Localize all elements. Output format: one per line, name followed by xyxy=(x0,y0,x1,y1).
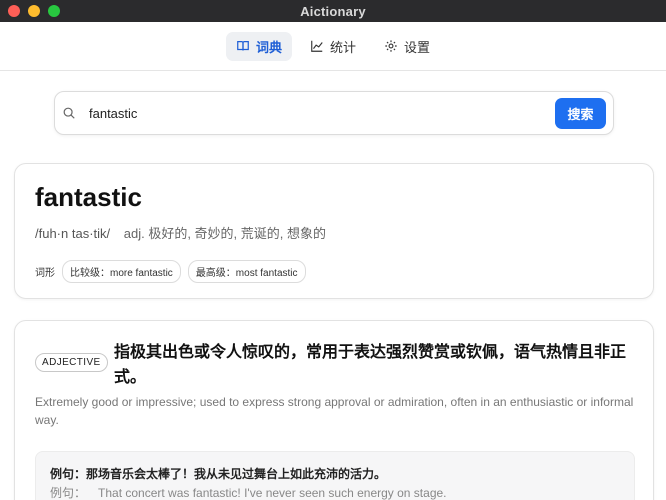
example-label: 例句： xyxy=(50,486,87,500)
search-button[interactable]: 搜索 xyxy=(555,98,606,129)
tab-settings[interactable]: 设置 xyxy=(374,32,440,61)
tab-statistics-label: 统计 xyxy=(329,39,356,55)
search-bar: 搜索 xyxy=(54,91,614,135)
phonetic: /fuh·n tas·tik/ xyxy=(35,226,111,241)
sense-definition-en: Extremely good or impressive; used to ex… xyxy=(35,395,634,427)
example-sentence-en-line: 例句： That concert was fantastic! I've neve… xyxy=(50,484,447,500)
minimize-window-button[interactable] xyxy=(28,5,40,17)
search-icon xyxy=(63,107,75,119)
tab-dictionary[interactable]: 词典 xyxy=(225,31,292,61)
example-box: 例句：那场音乐会太棒了！我从未见过舞台上如此充沛的活力。 例句： That con… xyxy=(35,451,635,500)
tab-dictionary-label: 词典 xyxy=(255,39,282,55)
sense-definition-zh: 指极其出色或令人惊叹的，常用于表达强烈赞赏或钦佩，语气热情且非正式。 xyxy=(114,344,627,386)
word-forms-label: 词形 xyxy=(35,268,55,279)
chart-icon xyxy=(311,40,323,52)
part-of-speech-badge: ADJECTIVE xyxy=(35,353,108,372)
title-bar: Aictionary xyxy=(0,0,666,22)
example-sentence-zh: 例句：那场音乐会太棒了！我从未见过舞台上如此充沛的活力。 xyxy=(50,467,387,481)
pronunciation-line: /fuh·n tas·tik/ adj. 极好的, 奇妙的, 荒诞的, 想象的 xyxy=(35,223,326,242)
translation-summary: adj. 极好的, 奇妙的, 荒诞的, 想象的 xyxy=(123,226,327,241)
sense-card: ADJECTIVE 指极其出色或令人惊叹的，常用于表达强烈赞赏或钦佩，语气热情且… xyxy=(14,320,654,500)
superlative-form-pill: 最高级：most fantastic xyxy=(187,260,306,283)
tab-settings-label: 设置 xyxy=(404,39,431,55)
word-card: fantastic /fuh·n tas·tik/ adj. 极好的, 奇妙的,… xyxy=(14,163,654,299)
example-sentence-en: That concert was fantastic! I've never s… xyxy=(98,486,447,500)
zoom-window-button[interactable] xyxy=(48,5,60,17)
window-controls xyxy=(8,5,60,17)
comparative-form-pill: 比较级：more fantastic xyxy=(62,260,181,283)
headword: fantastic xyxy=(35,182,142,212)
window-title: Aictionary xyxy=(300,3,366,19)
close-window-button[interactable] xyxy=(8,5,20,17)
tab-bar: 词典 统计 设置 xyxy=(0,22,666,71)
tab-statistics[interactable]: 统计 xyxy=(300,32,366,61)
book-icon xyxy=(237,41,249,51)
search-input[interactable] xyxy=(89,105,529,121)
gear-icon xyxy=(385,40,397,52)
word-forms: 词形 比较级：more fantastic 最高级：most fantastic xyxy=(35,260,306,283)
